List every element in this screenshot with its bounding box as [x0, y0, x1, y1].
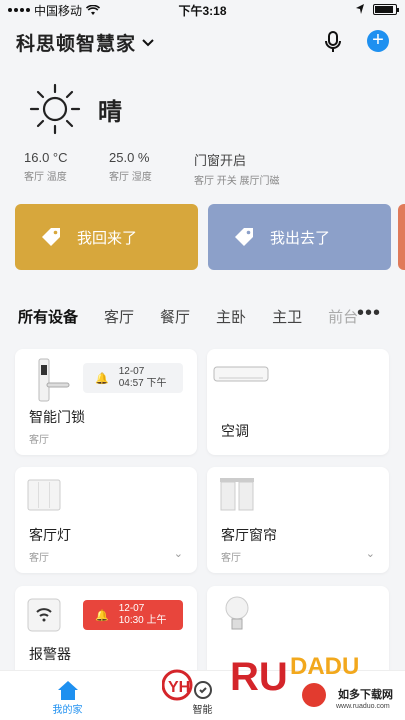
device-card-lock[interactable]: 🔔 12-07 04:57 下午 智能门锁 客厅	[15, 349, 197, 455]
status-bar: 中国移动 下午3:18	[0, 0, 405, 20]
bell-icon: 🔔	[95, 372, 109, 385]
stat-humidity: 25.0 % 客厅 湿度	[109, 150, 194, 187]
stat-value: 16.0 °C	[24, 150, 68, 165]
carrier-label: 中国移动	[34, 3, 83, 18]
tab-master-bath[interactable]: 主卫	[272, 306, 302, 327]
stat-door: 门窗开启 客厅 开关 展厅门磁	[194, 150, 324, 187]
svg-text:DADU: DADU	[290, 653, 359, 680]
scene-label: 我出去了	[270, 229, 331, 247]
tag-icon	[235, 228, 253, 246]
weather-condition: 晴	[98, 98, 122, 126]
chevron-down-icon[interactable]: ⌄	[174, 547, 183, 560]
air-conditioner-icon	[213, 366, 269, 382]
device-name: 智能门锁	[29, 409, 85, 425]
tab-master-bedroom[interactable]: 主卧	[216, 306, 246, 327]
notif-date: 12-07	[118, 603, 145, 614]
status-right	[355, 3, 399, 15]
device-name: 客厅灯	[29, 527, 71, 543]
wifi-icon	[86, 4, 101, 15]
watermark-url: www.ruaduo.com	[336, 703, 390, 710]
alarm-sensor-icon	[27, 598, 61, 632]
stat-label: 客厅 开关 展厅门磁	[194, 176, 280, 187]
more-icon[interactable]: •••	[357, 302, 381, 325]
stat-label: 客厅 温度	[24, 172, 67, 183]
stat-label: 客厅 湿度	[109, 172, 152, 183]
tab-all-devices[interactable]: 所有设备	[18, 306, 78, 327]
door-lock-icon	[38, 358, 70, 402]
microphone-icon[interactable]	[321, 30, 345, 54]
chevron-down-icon[interactable]: ⌄	[366, 547, 375, 560]
bell-icon: 🔔	[95, 609, 109, 622]
weather: 晴	[28, 82, 122, 136]
svg-text:RU: RU	[230, 655, 288, 699]
device-room: 客厅	[29, 435, 49, 446]
scene-away-button[interactable]: 我出去了	[208, 204, 391, 270]
light-switch-icon	[27, 479, 61, 511]
env-stats: 16.0 °C 客厅 温度 25.0 % 客厅 湿度 门窗开启 客厅 开关 展厅…	[24, 150, 324, 187]
device-room: 客厅	[29, 553, 49, 564]
notif-date: 12-07	[118, 366, 145, 377]
stat-value: 25.0 %	[109, 150, 150, 165]
home-name[interactable]: 科思顿智慧家	[16, 29, 136, 56]
sun-icon	[29, 83, 81, 135]
watermark-cn: 如多下载网	[336, 686, 395, 702]
svg-text:YH: YH	[168, 679, 190, 696]
stat-value: 门窗开启	[194, 153, 247, 168]
tab-living-room[interactable]: 客厅	[104, 306, 134, 327]
status-left: 中国移动	[8, 2, 101, 19]
notif-time: 10:30 上午	[118, 615, 167, 626]
stat-temperature: 16.0 °C 客厅 温度	[24, 150, 109, 187]
chevron-down-icon[interactable]	[142, 34, 154, 50]
device-card-curtain[interactable]: 客厅窗帘 客厅 ⌄	[207, 467, 389, 573]
tabbar-home[interactable]: 我的家	[0, 671, 135, 720]
add-button[interactable]: +	[367, 30, 389, 52]
lock-notification: 🔔 12-07 04:57 下午	[83, 363, 183, 393]
device-name: 客厅窗帘	[221, 527, 277, 543]
alarm-notification: 🔔 12-07 10:30 上午	[83, 600, 183, 630]
home-icon	[57, 681, 78, 700]
tabbar-label: 我的家	[52, 705, 83, 716]
curtain-icon	[220, 478, 254, 511]
tab-dining-room[interactable]: 餐厅	[160, 306, 190, 327]
device-room: 客厅	[221, 553, 241, 564]
scene-list: 我回来了 我出去了	[15, 204, 391, 270]
device-name: 报警器	[29, 646, 71, 662]
room-tabs: 所有设备 客厅 餐厅 主卧 主卫 前台 •••	[18, 302, 393, 330]
scene-home-button[interactable]: 我回来了	[15, 204, 198, 270]
tab-front-desk[interactable]: 前台	[328, 306, 358, 327]
tag-icon	[42, 228, 60, 246]
header: 科思顿智慧家 +	[16, 28, 389, 56]
device-name: 空调	[221, 423, 249, 439]
signal-icon	[8, 8, 30, 12]
scene-label: 我回来了	[77, 229, 138, 247]
scene-next-peek[interactable]	[398, 204, 405, 270]
battery-icon	[373, 3, 399, 15]
light-bulb-icon	[225, 596, 249, 630]
device-card-light[interactable]: 客厅灯 客厅 ⌄	[15, 467, 197, 573]
notif-time: 04:57 下午	[118, 378, 167, 389]
location-icon	[356, 4, 364, 14]
device-card-ac[interactable]: 空调	[207, 349, 389, 455]
